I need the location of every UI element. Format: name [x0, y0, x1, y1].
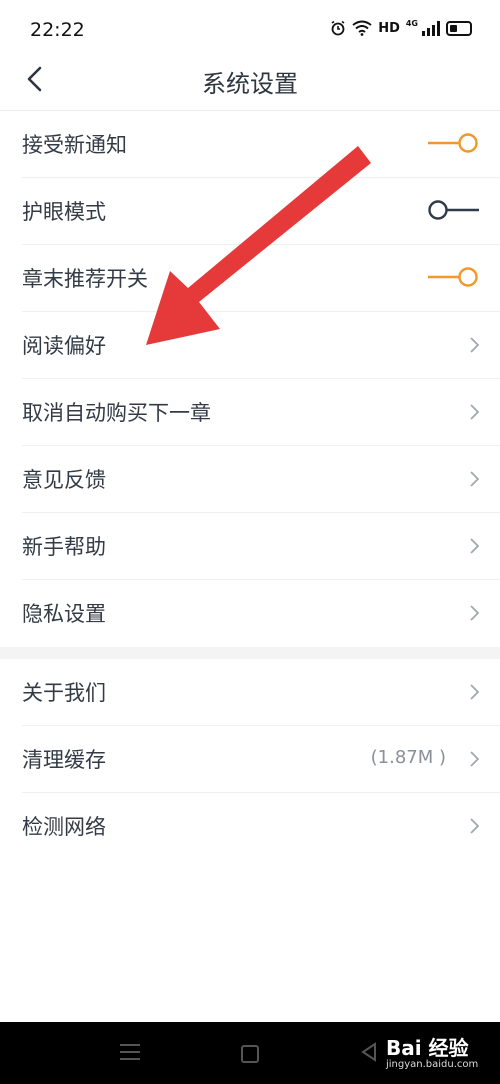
- chevron-right-icon: [470, 538, 480, 554]
- signal-icon: [422, 20, 440, 36]
- page-title: 系统设置: [202, 70, 298, 98]
- setting-label: 章末推荐开关: [22, 267, 148, 291]
- setting-label: 新手帮助: [22, 535, 106, 559]
- setting-row-network-check[interactable]: 检测网络: [22, 793, 500, 859]
- navigation-bar: Bai 经验 jingyan.baidu.com: [0, 1022, 500, 1084]
- setting-row-cancel-auto-buy[interactable]: 取消自动购买下一章: [22, 379, 500, 446]
- setting-row-notifications: 接受新通知: [22, 111, 500, 178]
- header: 系统设置: [0, 48, 500, 111]
- setting-row-help[interactable]: 新手帮助: [22, 513, 500, 580]
- alarm-icon: [331, 20, 345, 36]
- setting-row-reading-preference[interactable]: 阅读偏好: [22, 312, 500, 379]
- setting-label: 护眼模式: [22, 200, 106, 224]
- setting-row-eye-care: 护眼模式: [22, 178, 500, 245]
- setting-label: 检测网络: [22, 815, 106, 839]
- hd-indicator: HD: [378, 20, 400, 36]
- chevron-right-icon: [470, 751, 480, 767]
- chevron-right-icon: [470, 684, 480, 700]
- setting-label: 阅读偏好: [22, 334, 106, 358]
- setting-label: 清理缓存: [22, 748, 106, 772]
- chevron-right-icon: [470, 605, 480, 621]
- setting-label: 取消自动购买下一章: [22, 401, 211, 425]
- setting-label: 意见反馈: [22, 468, 106, 492]
- back-nav-button[interactable]: [360, 1042, 378, 1062]
- watermark-url: jingyan.baidu.com: [386, 1059, 479, 1070]
- status-icons: HD 4G: [330, 20, 472, 36]
- setting-label: 隐私设置: [22, 602, 106, 626]
- chevron-right-icon: [470, 471, 480, 487]
- chevron-right-icon: [470, 404, 480, 420]
- watermark-brand: Bai 经验: [386, 1036, 469, 1060]
- status-time: 22:22: [30, 19, 85, 41]
- watermark: Bai 经验 jingyan.baidu.com: [386, 1032, 478, 1070]
- wifi-icon: [352, 20, 372, 36]
- setting-row-feedback[interactable]: 意见反馈: [22, 446, 500, 513]
- menu-nav-button[interactable]: [120, 1044, 140, 1060]
- section-divider: [0, 647, 500, 659]
- chevron-right-icon: [470, 337, 480, 353]
- setting-row-clear-cache[interactable]: 清理缓存 (1.87M ): [22, 726, 500, 793]
- setting-row-about[interactable]: 关于我们: [22, 659, 500, 726]
- settings-list: 接受新通知 护眼模式 章末推荐开关 阅读偏好 取消自动购买下一章 意见反馈 新手…: [0, 111, 500, 859]
- cache-size: (1.87M ): [370, 747, 446, 768]
- battery-icon: [446, 20, 472, 36]
- setting-row-chapter-recommend: 章末推荐开关: [22, 245, 500, 312]
- setting-row-privacy[interactable]: 隐私设置: [22, 580, 500, 646]
- eye-care-toggle[interactable]: [426, 198, 480, 222]
- setting-label: 接受新通知: [22, 133, 127, 157]
- home-nav-button[interactable]: [241, 1045, 259, 1063]
- network-type: 4G: [405, 19, 418, 28]
- chevron-right-icon: [470, 818, 480, 834]
- notifications-toggle[interactable]: [426, 131, 480, 155]
- chapter-recommend-toggle[interactable]: [426, 265, 480, 289]
- setting-label: 关于我们: [22, 681, 106, 705]
